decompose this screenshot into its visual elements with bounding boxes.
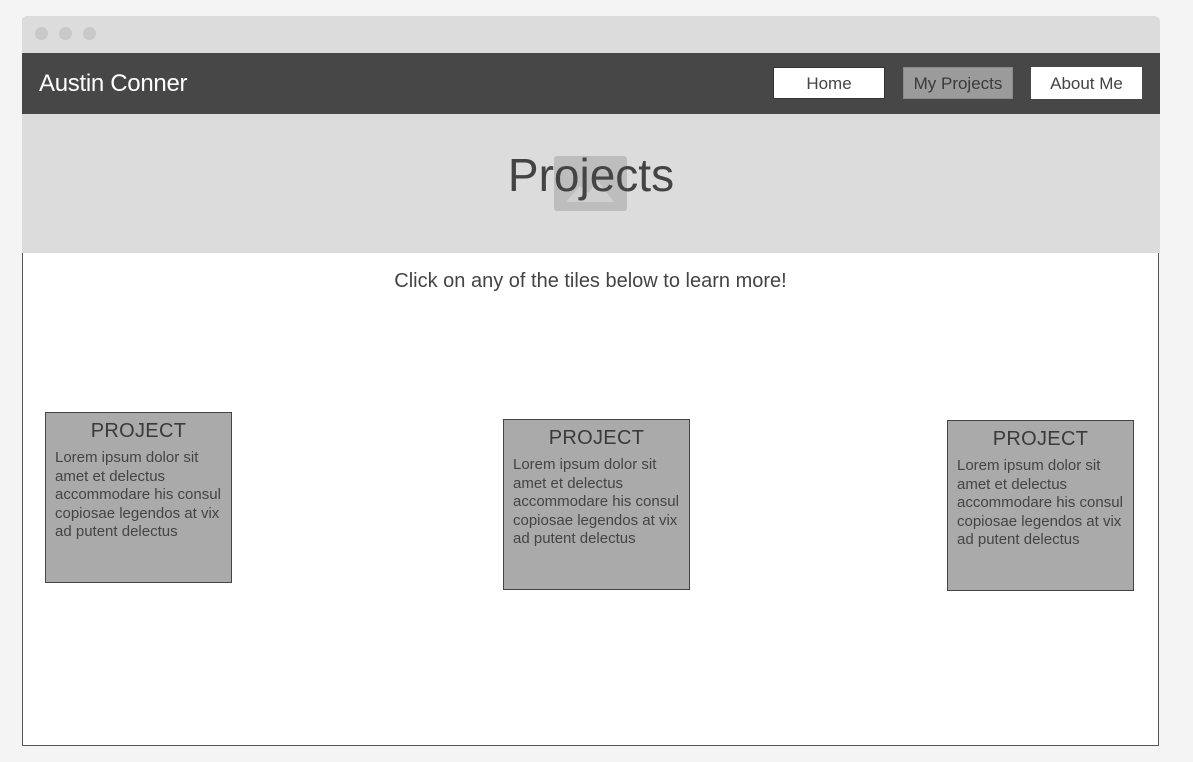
site-navbar: Austin Conner Home My Projects About Me — [22, 53, 1160, 114]
window-close-icon[interactable] — [35, 27, 48, 40]
page-subtitle: Click on any of the tiles below to learn… — [394, 270, 787, 292]
browser-window: Austin Conner Home My Projects About Me … — [22, 16, 1160, 746]
tile-description: Lorem ipsum dolor sit amet et delectus a… — [513, 456, 679, 548]
tile-description: Lorem ipsum dolor sit amet et delectus a… — [957, 457, 1123, 549]
nav-about-me-button[interactable]: About Me — [1031, 67, 1142, 99]
window-minimize-icon[interactable] — [59, 27, 72, 40]
nav-my-projects-button[interactable]: My Projects — [903, 67, 1013, 99]
site-brand[interactable]: Austin Conner — [39, 53, 187, 114]
project-tile-1[interactable]: PROJECT Lorem ipsum dolor sit amet et de… — [45, 412, 232, 583]
tile-title: PROJECT — [548, 427, 645, 449]
tile-title: PROJECT — [992, 428, 1089, 450]
window-maximize-icon[interactable] — [83, 27, 96, 40]
nav-home-button[interactable]: Home — [773, 67, 885, 99]
tile-description: Lorem ipsum dolor sit amet et delectus a… — [55, 449, 221, 541]
project-tile-2[interactable]: PROJECT Lorem ipsum dolor sit amet et de… — [503, 419, 690, 590]
window-titlebar — [22, 16, 1160, 53]
tile-title: PROJECT — [90, 420, 187, 442]
hero-banner: Projects — [22, 114, 1160, 253]
project-tile-3[interactable]: PROJECT Lorem ipsum dolor sit amet et de… — [947, 420, 1134, 591]
page-title: Projects — [507, 149, 675, 201]
